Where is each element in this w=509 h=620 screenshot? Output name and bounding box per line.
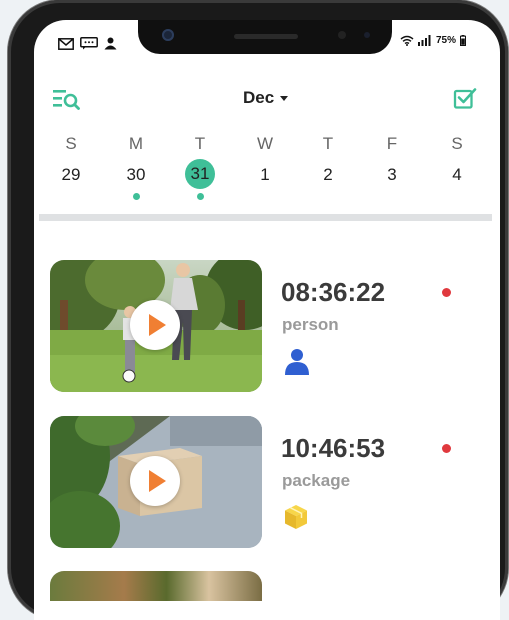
light-sensor [364, 32, 370, 38]
day-cell[interactable]: 3 [375, 166, 409, 184]
event-item[interactable]: 10:46:53 package [50, 416, 470, 548]
play-button[interactable] [130, 456, 180, 506]
signal-icon [418, 35, 431, 46]
earpiece-speaker [234, 34, 298, 39]
weekday-label: M [128, 134, 144, 153]
day-cell[interactable]: 1 [248, 166, 282, 184]
month-label: Dec [243, 88, 275, 107]
event-thumbnail-person[interactable] [50, 260, 262, 392]
event-time: 10:46:53 [281, 433, 386, 463]
month-selector[interactable]: Dec [243, 88, 289, 108]
status-bar-right: 75% [400, 35, 467, 46]
battery-percent: 75% [436, 35, 457, 46]
caret-down-icon [280, 96, 289, 102]
play-button[interactable] [130, 300, 180, 350]
weekday-label: S [65, 134, 77, 153]
proximity-sensor [338, 31, 346, 39]
phone-notch [138, 20, 392, 54]
weekday-label: T [322, 134, 334, 153]
event-label: person [282, 315, 339, 334]
day-cell[interactable]: 30 [119, 166, 153, 184]
day-cell-selected[interactable]: 31 [185, 159, 215, 189]
battery-icon [460, 35, 467, 46]
mail-icon [58, 37, 74, 50]
checkbox-icon[interactable] [453, 86, 477, 110]
unread-status-dot [442, 288, 451, 297]
calendar-header: Dec [35, 80, 500, 116]
section-divider [39, 214, 492, 221]
unread-status-dot [442, 444, 451, 453]
event-thumbnail-partial[interactable] [50, 571, 262, 601]
person-icon [104, 37, 117, 50]
event-indicator-dot [196, 193, 204, 200]
weekday-label: T [194, 134, 206, 153]
wifi-icon [400, 35, 414, 46]
event-label: package [282, 471, 351, 490]
list-search-icon[interactable] [53, 88, 80, 110]
package-icon [285, 505, 307, 529]
event-thumbnail-package[interactable] [50, 416, 262, 548]
front-camera [162, 29, 174, 41]
weekday-label: S [451, 134, 463, 153]
status-bar-left [58, 37, 117, 50]
event-time: 08:36:22 [281, 277, 386, 307]
day-cell[interactable]: 4 [440, 166, 474, 184]
message-icon [80, 37, 98, 50]
event-item[interactable]: 08:36:22 person [50, 260, 470, 392]
weekday-label: W [256, 134, 274, 153]
event-indicator-dot [132, 193, 140, 200]
person-icon [285, 349, 309, 375]
weekday-label: F [386, 134, 398, 153]
day-cell[interactable]: 2 [311, 166, 345, 184]
day-cell[interactable]: 29 [54, 166, 88, 184]
